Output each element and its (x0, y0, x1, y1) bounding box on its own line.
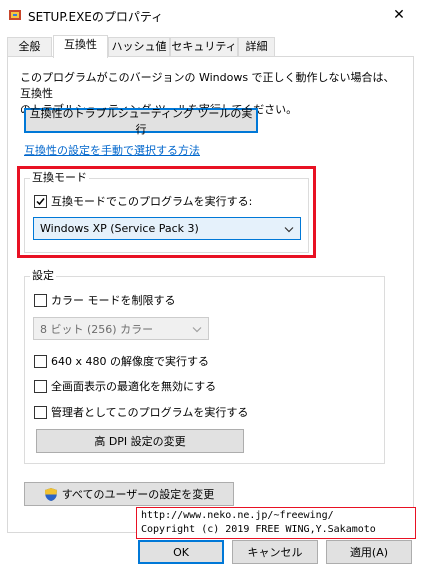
tab-hash[interactable]: ハッシュ値 (108, 37, 170, 57)
reduced-color-checkbox[interactable] (34, 293, 47, 307)
apply-button[interactable]: 適用(A) (326, 540, 412, 564)
compat-mode-checkbox-row[interactable]: 互換モードでこのプログラムを実行する: (34, 193, 252, 209)
reduced-color-row[interactable]: カラー モードを制限する (34, 292, 176, 308)
os-version-select[interactable]: Windows XP (Service Pack 3) (33, 217, 301, 240)
tab-compatibility[interactable]: 互換性 (53, 35, 108, 58)
resolution-row[interactable]: 640 x 480 の解像度で実行する (34, 353, 209, 369)
fullscreen-row[interactable]: 全画面表示の最適化を無効にする (34, 378, 216, 394)
compat-mode-checkbox[interactable] (34, 194, 47, 208)
chevron-down-icon (192, 322, 202, 335)
resolution-checkbox[interactable] (34, 354, 47, 368)
color-depth-select[interactable]: 8 ビット (256) カラー (33, 317, 209, 340)
copyright-overlay: http://www.neko.ne.jp/~freewing/ Copyrig… (136, 507, 416, 539)
uac-shield-icon (44, 487, 58, 502)
manual-settings-link[interactable]: 互換性の設定を手動で選択する方法 (24, 142, 200, 158)
chevron-down-icon (284, 222, 294, 235)
fullscreen-checkbox[interactable] (34, 379, 47, 393)
compat-mode-label: 互換モード (30, 171, 89, 184)
compat-mode-group (24, 178, 309, 253)
troubleshoot-button[interactable]: 互換性のトラブルシューティング ツールの実行 (24, 107, 258, 136)
title-bar: SETUP.EXEのプロパティ ✕ (0, 0, 421, 30)
tab-security[interactable]: セキュリティ (170, 37, 238, 57)
admin-checkbox[interactable] (34, 405, 47, 419)
close-icon: ✕ (393, 7, 405, 23)
admin-row[interactable]: 管理者としてこのプログラムを実行する (34, 404, 248, 420)
settings-label: 設定 (30, 269, 56, 282)
tab-general[interactable]: 全般 (7, 37, 52, 57)
tab-details[interactable]: 詳細 (238, 37, 275, 57)
close-button[interactable]: ✕ (377, 0, 421, 30)
check-icon (36, 197, 45, 205)
high-dpi-button[interactable]: 高 DPI 設定の変更 (36, 429, 244, 453)
window-title: SETUP.EXEのプロパティ (28, 10, 164, 24)
ok-button[interactable]: OK (138, 540, 224, 564)
app-icon (8, 8, 22, 22)
cancel-button[interactable]: キャンセル (232, 540, 318, 564)
all-users-button[interactable]: すべてのユーザーの設定を変更 (24, 482, 234, 506)
